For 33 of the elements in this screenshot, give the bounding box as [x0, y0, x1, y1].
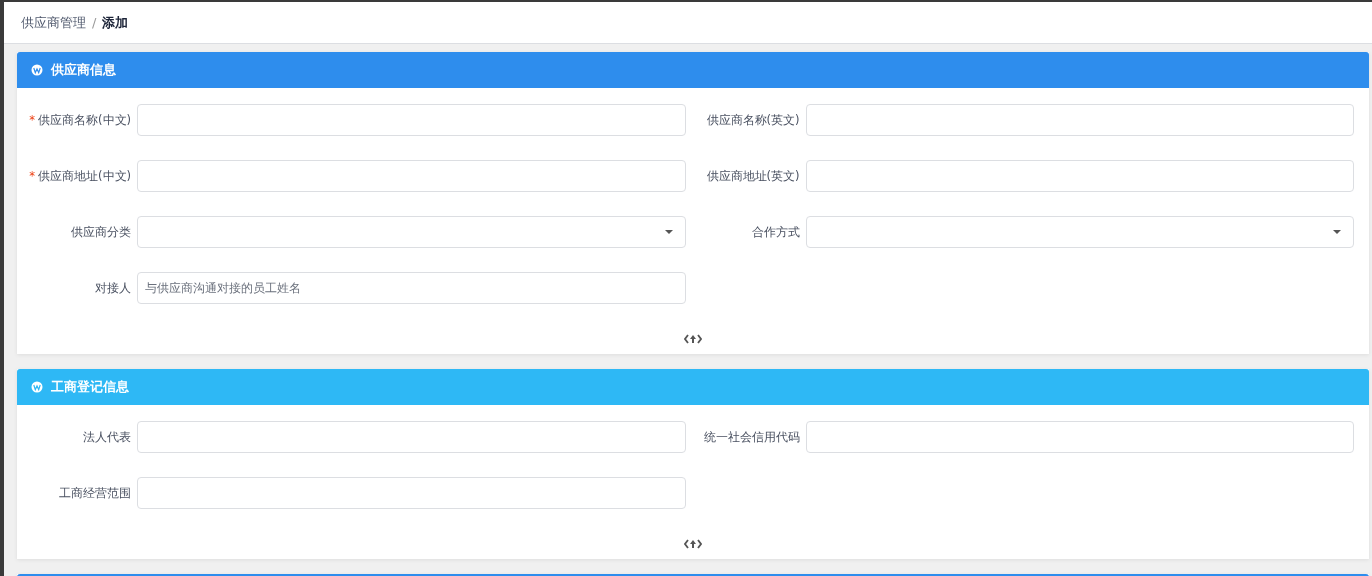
input-field[interactable] — [137, 104, 686, 136]
breadcrumb-current: 添加 — [102, 13, 129, 32]
field-label: 供应商分类 — [71, 224, 131, 239]
field-label: 合作方式 — [751, 224, 800, 239]
field-label: 供应商地址(英文) — [706, 168, 800, 183]
field-label: 对接人 — [95, 280, 131, 295]
collapse-icon[interactable] — [684, 539, 702, 549]
input-field[interactable]: 与供应商沟通对接的员工姓名 — [137, 272, 686, 304]
input-field[interactable] — [137, 160, 686, 192]
field-label: 供应商地址(中文) — [38, 168, 131, 183]
input-field[interactable] — [805, 160, 1354, 192]
breadcrumb-link[interactable]: 供应商管理 — [21, 13, 86, 32]
breadcrumb-separator: / — [92, 15, 97, 30]
input-field[interactable] — [805, 104, 1354, 136]
panel-title: 工商登记信息 — [51, 378, 129, 396]
caret-icon — [1333, 230, 1341, 234]
select-field[interactable] — [805, 216, 1354, 248]
field-label: 工商经营范围 — [59, 485, 131, 500]
field-label: 统一社会信用代码 — [703, 429, 800, 444]
field-label: 法人代表 — [83, 429, 131, 444]
field-label: 供应商名称(英文) — [706, 112, 800, 127]
select-field[interactable] — [137, 216, 686, 248]
circle-logo-icon — [31, 381, 43, 393]
input-field[interactable] — [137, 477, 686, 509]
field-label: 供应商名称(中文) — [38, 112, 131, 127]
required-mark: * — [29, 112, 35, 127]
circle-logo-icon — [31, 64, 43, 76]
collapse-icon[interactable] — [684, 334, 702, 344]
caret-icon — [664, 230, 673, 234]
input-field[interactable] — [805, 421, 1354, 453]
panel-title: 供应商信息 — [51, 61, 116, 79]
input-field[interactable] — [137, 421, 686, 453]
required-mark: * — [29, 168, 35, 183]
